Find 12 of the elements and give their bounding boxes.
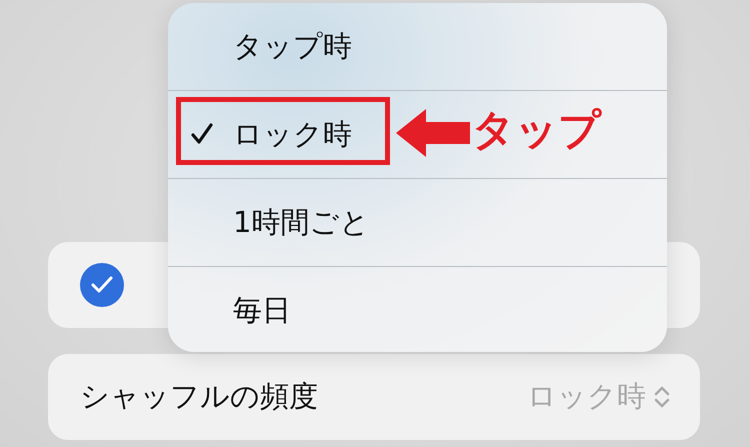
annotation-label: タップ — [472, 104, 601, 156]
setting-value: ロック時 — [527, 378, 646, 415]
checkmark-icon — [91, 276, 113, 294]
arrow-icon — [396, 109, 470, 157]
menu-item[interactable]: 毎日 — [168, 266, 667, 352]
setting-row[interactable]: シャッフルの頻度 ロック時 — [48, 354, 700, 440]
checkbox[interactable] — [80, 263, 124, 307]
chevron-icon — [654, 384, 670, 410]
checkmark-icon — [190, 122, 214, 146]
menu-item[interactable]: 1時間ごと — [168, 178, 667, 266]
setting-label: シャッフルの頻度 — [80, 378, 319, 415]
menu-item[interactable]: タップ時 — [168, 3, 667, 90]
